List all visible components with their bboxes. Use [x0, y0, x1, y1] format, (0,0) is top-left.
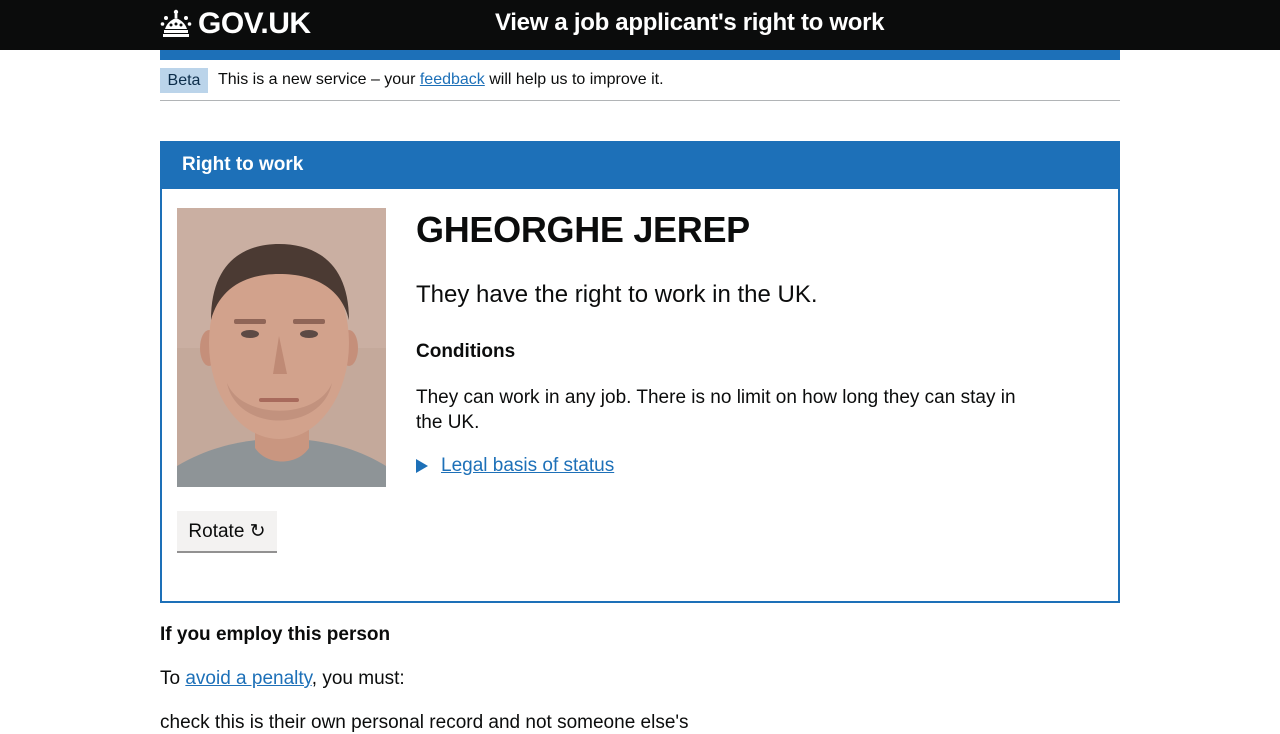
avoid-penalty-text: To avoid a penalty, you must:	[160, 668, 405, 690]
service-name[interactable]: View a job applicant's right to work	[495, 9, 885, 37]
phase-tag: Beta	[160, 68, 208, 93]
legal-basis-link[interactable]: Legal basis of status	[441, 455, 614, 477]
phase-text-after: will help us to improve it.	[484, 71, 664, 88]
right-to-work-panel: Right to work Rotate ↻ GHEORGHE JEREP Th…	[160, 141, 1120, 603]
panel-title: Right to work	[162, 143, 1118, 189]
site-header: GOV.UK View a job applicant's right to w…	[0, 0, 1280, 50]
rotate-button[interactable]: Rotate ↻	[177, 511, 277, 551]
feedback-link[interactable]: feedback	[420, 71, 485, 88]
conditions-heading: Conditions	[416, 341, 516, 362]
applicant-name: GHEORGHE JEREP	[416, 209, 750, 250]
conditions-text: They can work in any job. There is no li…	[416, 387, 1016, 433]
list-item: check this is their own personal record …	[160, 712, 689, 733]
crown-icon	[160, 9, 192, 37]
header-accent-bar	[160, 50, 1120, 60]
applicant-photo	[177, 208, 386, 487]
avoid-penalty-link[interactable]: avoid a penalty	[185, 668, 311, 689]
expand-triangle-icon[interactable]	[416, 459, 428, 473]
avoid-text-after: , you must:	[311, 668, 405, 689]
legal-basis-details[interactable]: Legal basis of status	[416, 455, 614, 477]
avoid-text-before: To	[160, 668, 186, 689]
phase-banner: Beta This is a new service – your feedba…	[160, 67, 1120, 101]
phase-text-before: This is a new service – your	[218, 71, 420, 88]
employ-heading: If you employ this person	[160, 624, 391, 645]
logo-text: GOV.UK	[198, 7, 311, 40]
right-to-work-status: They have the right to work in the UK.	[416, 281, 818, 308]
phase-banner-text: This is a new service – your feedback wi…	[218, 71, 664, 89]
govuk-logo-link[interactable]: GOV.UK	[160, 6, 311, 42]
